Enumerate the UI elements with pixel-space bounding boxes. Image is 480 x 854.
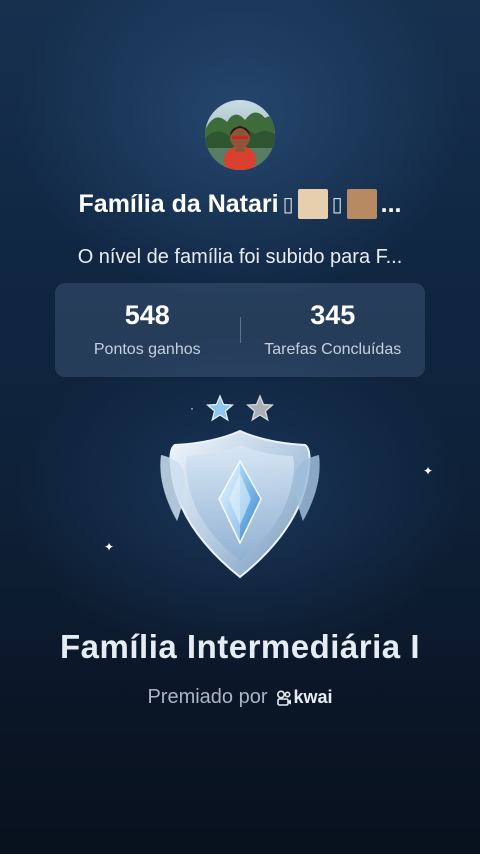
sparkle-icon: ✦: [104, 540, 115, 554]
kwai-logo-icon: [276, 689, 291, 706]
kwai-brand-text: kwai: [293, 687, 333, 707]
sparkle-icon: ·: [190, 401, 194, 415]
shield-crystal-icon: [160, 429, 320, 579]
stat-points: 548 Pontos ganhos: [55, 283, 240, 377]
points-label: Pontos ganhos: [93, 341, 201, 358]
tasks-label: Tarefas Concluídas: [264, 341, 402, 358]
sparkle-icon: ✦: [423, 464, 434, 478]
stats-card: 548 Pontos ganhos 345 Tarefas Concluídas: [55, 283, 425, 377]
name-ellipsis: ...: [380, 189, 402, 218]
skin-tone-swatch-light: [297, 189, 328, 219]
missing-glyph-icon: ▯: [282, 192, 294, 216]
tasks-value: 345: [310, 300, 356, 330]
missing-glyph-icon: ▯: [331, 192, 343, 216]
family-avatar[interactable]: [205, 100, 275, 170]
star-earned-icon: [206, 394, 235, 422]
awarded-by-row: Premiado por kwai: [0, 686, 480, 709]
level-stars: [206, 394, 275, 422]
level-up-message: O nível de família foi subido para F...: [77, 246, 403, 268]
family-name-row: Família da Natari ▯ ▯ ...: [0, 184, 480, 224]
kwai-logo: kwai: [276, 687, 333, 708]
skin-tone-swatch-medium: [346, 189, 377, 219]
family-level-title: Família Intermediária I: [60, 628, 420, 665]
awarded-by-label: Premiado por: [147, 686, 268, 708]
star-unearned-icon: [245, 394, 275, 422]
points-value: 548: [124, 300, 170, 330]
stat-tasks: 345 Tarefas Concluídas: [241, 283, 426, 377]
family-name: Família da Natari: [78, 189, 279, 218]
